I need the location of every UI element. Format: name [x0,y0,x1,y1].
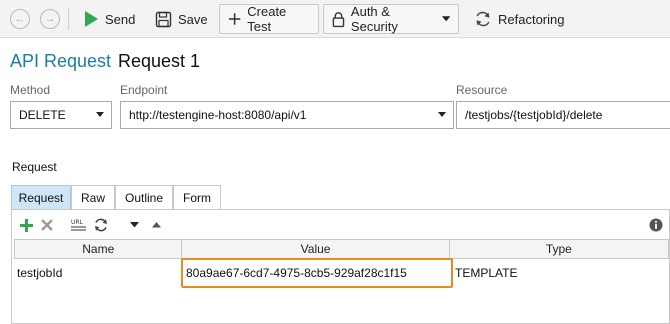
tab-raw-label: Raw [80,190,105,205]
tab-form-label: Form [183,190,211,205]
delete-icon [41,219,53,231]
move-up-button[interactable] [149,215,163,235]
delete-row-button[interactable] [39,215,55,235]
url-encode-icon: URL [71,219,86,231]
tab-form[interactable]: Form [173,185,221,209]
send-label: Send [105,11,136,27]
chevron-down-icon [129,222,139,228]
toolbar-divider [68,8,69,30]
method-select[interactable]: DELETE [10,101,112,129]
request-section-label: Request [12,160,57,174]
chevron-down-icon [438,112,446,117]
chevron-up-icon [151,222,161,228]
url-encode-button[interactable]: URL [70,215,88,235]
refresh-icon [476,11,490,27]
sync-icon [95,218,107,232]
request-panel: URL Name Value Type testjobId 80a9ae67-6… [11,209,670,324]
column-header-value[interactable]: Value [182,240,450,258]
info-icon [649,218,663,232]
method-value: DELETE [19,108,66,122]
back-icon: ← [14,12,26,25]
column-header-type[interactable]: Type [450,240,668,258]
resource-label: Resource [456,83,508,97]
method-label: Method [10,83,51,97]
endpoint-select[interactable]: http://testengine-host:8080/api/v1 [120,101,454,129]
request-name[interactable]: Request 1 [118,51,200,72]
add-icon [19,218,33,232]
tab-raw[interactable]: Raw [71,185,115,209]
endpoint-value: http://testengine-host:8080/api/v1 [129,108,307,122]
main-toolbar: ← → Send Save Create Test Auth & Securit… [0,0,670,38]
back-button[interactable]: ← [10,9,30,29]
tab-request-label: Request [18,190,64,205]
param-name-cell[interactable]: testjobId [14,261,182,285]
dropdown-arrow-icon [441,16,450,22]
tab-outline-label: Outline [124,190,164,205]
save-label: Save [178,11,208,27]
create-test-label: Create Test [247,4,287,34]
create-test-button[interactable]: Create Test [219,4,319,34]
plus-icon [228,13,241,25]
url-icon-text: URL [71,219,84,226]
send-button[interactable]: Send [74,4,144,34]
send-icon [85,11,98,27]
auth-security-label: Auth & Security [350,4,398,34]
resource-input[interactable]: /testjobs/{testjobId}/delete [456,101,670,129]
move-down-button[interactable] [127,215,141,235]
resource-value: /testjobs/{testjobId}/delete [465,108,603,122]
tab-outline[interactable]: Outline [115,185,173,209]
auth-security-button[interactable]: Auth & Security [323,4,459,34]
add-row-button[interactable] [18,215,34,235]
tab-request[interactable]: Request [11,185,71,209]
info-button[interactable] [648,215,664,235]
endpoint-label: Endpoint [120,83,168,97]
save-button[interactable]: Save [146,4,217,34]
chevron-down-icon [96,112,104,117]
lock-icon [332,11,345,27]
param-value-cell[interactable]: 80a9ae67-6cd7-4975-8cb5-929af28c1f15 [182,261,450,285]
sync-button[interactable] [92,215,110,235]
refactoring-button[interactable]: Refactoring [465,4,573,34]
forward-icon: → [44,12,56,25]
refactoring-label: Refactoring [498,11,565,27]
table-row[interactable]: testjobId 80a9ae67-6cd7-4975-8cb5-929af2… [14,261,669,285]
page-title-prefix: API Request [10,51,112,71]
param-type-cell[interactable]: TEMPLATE [450,261,669,285]
save-icon [155,11,172,27]
column-header-name[interactable]: Name [15,240,183,258]
params-table-header: Name Value Type [14,239,669,259]
forward-button[interactable]: → [40,9,60,29]
